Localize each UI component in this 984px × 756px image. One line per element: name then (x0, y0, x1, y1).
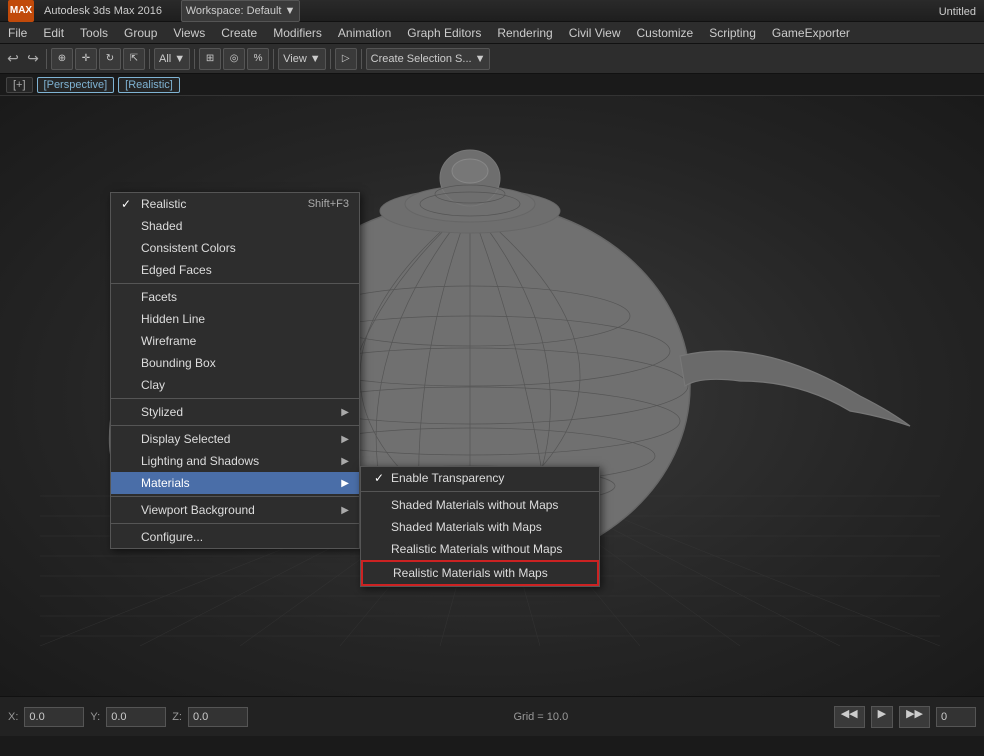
untitled-label: Untitled (939, 6, 976, 18)
max-logo: MAX (8, 0, 34, 22)
forward-btn[interactable]: ▶▶ (899, 706, 930, 728)
ctx-clay[interactable]: Clay (111, 374, 359, 396)
select-button[interactable]: ⊕ (51, 48, 73, 70)
ctx-consistent-colors[interactable]: Consistent Colors (111, 237, 359, 259)
bottom-bar: X: Y: Z: Grid = 10.0 ◀◀ ▶ ▶▶ (0, 696, 984, 736)
z-label: Z: (172, 711, 182, 723)
frame-input[interactable] (936, 707, 976, 727)
ctx-facets[interactable]: Facets (111, 286, 359, 308)
context-menu-materials: ✓ Enable Transparency Shaded Materials w… (360, 466, 600, 587)
viewport-plus-label[interactable]: [+] (6, 77, 33, 93)
title-bar: MAX Autodesk 3ds Max 2016 Workspace: Def… (0, 0, 984, 22)
viewport-mode-label[interactable]: [Realistic] (118, 77, 180, 93)
ctx-realistic-no-maps[interactable]: Realistic Materials without Maps (361, 538, 599, 560)
y-label: Y: (90, 711, 100, 723)
toolbar-sep-5 (330, 49, 331, 69)
menu-create[interactable]: Create (213, 22, 265, 43)
undo-button[interactable]: ↩ (4, 50, 22, 68)
ctx-sep-5 (111, 523, 359, 524)
angle-snap-btn[interactable]: ◎ (223, 48, 245, 70)
ctx-bounding-box[interactable]: Bounding Box (111, 352, 359, 374)
menu-views[interactable]: Views (165, 22, 213, 43)
ctx-sep-4 (111, 496, 359, 497)
toolbar-sep-6 (361, 49, 362, 69)
render-btn[interactable]: ▷ (335, 48, 357, 70)
x-input[interactable] (24, 707, 84, 727)
grid-label: Grid = 10.0 (513, 711, 568, 723)
toolbar-sep-3 (194, 49, 195, 69)
toolbar-sep-2 (149, 49, 150, 69)
menu-scripting[interactable]: Scripting (701, 22, 764, 43)
ctx-enable-transparency[interactable]: ✓ Enable Transparency (361, 467, 599, 489)
menu-bar: File Edit Tools Group Views Create Modif… (0, 22, 984, 44)
ctx-hidden-line[interactable]: Hidden Line (111, 308, 359, 330)
ctx-sep-2 (111, 398, 359, 399)
redo-button[interactable]: ↪ (24, 50, 42, 68)
y-input[interactable] (106, 707, 166, 727)
title-bar-right: Untitled (939, 4, 976, 18)
menu-animation[interactable]: Animation (330, 22, 399, 43)
viewport-perspective-label[interactable]: [Perspective] (37, 77, 115, 93)
menu-gameexporter[interactable]: GameExporter (764, 22, 858, 43)
rotate-button[interactable]: ↻ (99, 48, 121, 70)
menu-tools[interactable]: Tools (72, 22, 116, 43)
ctx-wireframe[interactable]: Wireframe (111, 330, 359, 352)
move-button[interactable]: ✛ (75, 48, 97, 70)
ctx-edged-faces[interactable]: Edged Faces (111, 259, 359, 281)
workspace-dropdown[interactable]: Workspace: Default ▼ (181, 0, 301, 22)
view-dropdown[interactable]: View ▼ (278, 48, 326, 70)
z-input[interactable] (188, 707, 248, 727)
viewport-3d[interactable]: ✓ Realistic Shift+F3 Shaded Consistent C… (0, 96, 984, 696)
main-toolbar: ↩ ↪ ⊕ ✛ ↻ ⇱ All ▼ ⊞ ◎ % View ▼ ▷ Create … (0, 44, 984, 74)
menu-graph-editors[interactable]: Graph Editors (399, 22, 489, 43)
ctx-configure[interactable]: Configure... (111, 526, 359, 548)
menu-rendering[interactable]: Rendering (489, 22, 560, 43)
menu-modifiers[interactable]: Modifiers (265, 22, 330, 43)
ctx-realistic[interactable]: ✓ Realistic Shift+F3 (111, 193, 359, 215)
menu-file[interactable]: File (0, 22, 35, 43)
menu-group[interactable]: Group (116, 22, 165, 43)
menu-civil-view[interactable]: Civil View (561, 22, 629, 43)
ctx-sep-3 (111, 425, 359, 426)
timeline-btn[interactable]: ◀◀ (834, 706, 865, 728)
ctx-shaded[interactable]: Shaded (111, 215, 359, 237)
ctx-sep-1 (111, 283, 359, 284)
percent-snap-btn[interactable]: % (247, 48, 269, 70)
play-btn[interactable]: ▶ (871, 706, 893, 728)
ctx-viewport-bg[interactable]: Viewport Background ▶ (111, 499, 359, 521)
context-menu-view: ✓ Realistic Shift+F3 Shaded Consistent C… (110, 192, 360, 549)
selection-dropdown[interactable]: Create Selection S... ▼ (366, 48, 491, 70)
menu-customize[interactable]: Customize (629, 22, 702, 43)
ctx-lighting-shadows[interactable]: Lighting and Shadows ▶ (111, 450, 359, 472)
title-bar-left: MAX Autodesk 3ds Max 2016 Workspace: Def… (8, 0, 300, 22)
toolbar-sep-1 (46, 49, 47, 69)
viewport-label-bar: [+] [Perspective] [Realistic] (0, 74, 984, 96)
snap-btn[interactable]: ⊞ (199, 48, 221, 70)
ctx-realistic-with-maps[interactable]: Realistic Materials with Maps (361, 560, 599, 586)
ctx-shaded-no-maps[interactable]: Shaded Materials without Maps (361, 494, 599, 516)
scale-button[interactable]: ⇱ (123, 48, 145, 70)
filter-dropdown[interactable]: All ▼ (154, 48, 190, 70)
toolbar-sep-4 (273, 49, 274, 69)
menu-edit[interactable]: Edit (35, 22, 72, 43)
ctx-shaded-with-maps[interactable]: Shaded Materials with Maps (361, 516, 599, 538)
ctx-materials[interactable]: Materials ▶ (111, 472, 359, 494)
app-title: Autodesk 3ds Max 2016 (44, 5, 162, 17)
x-label: X: (8, 711, 18, 723)
ctx-stylized[interactable]: Stylized ▶ (111, 401, 359, 423)
ctx-display-selected[interactable]: Display Selected ▶ (111, 428, 359, 450)
ctx-mat-sep-1 (361, 491, 599, 492)
